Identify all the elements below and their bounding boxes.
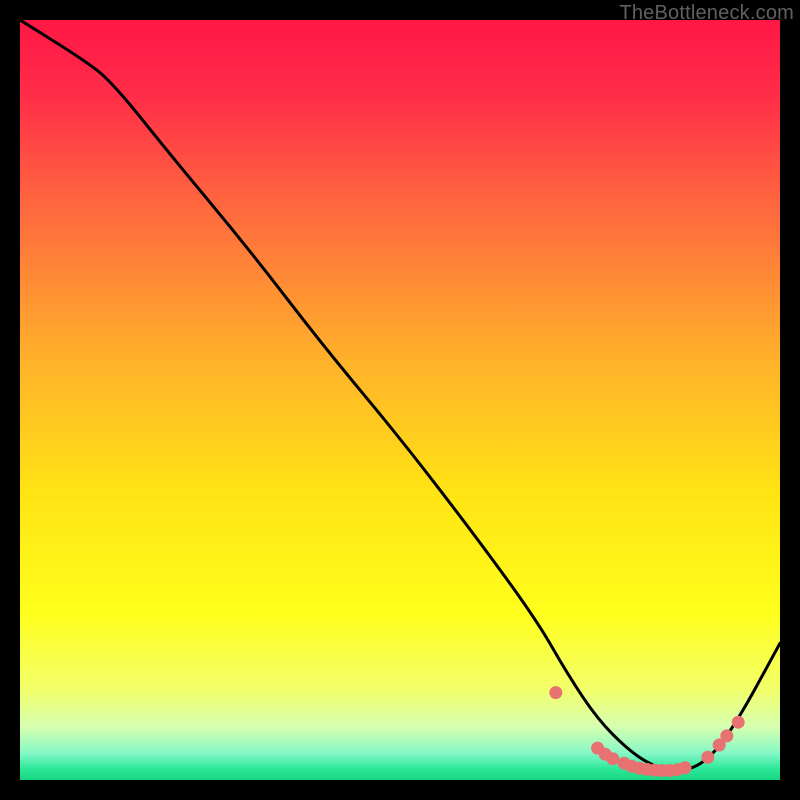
gradient-background (20, 20, 780, 780)
data-dot (606, 752, 619, 765)
data-dot (679, 761, 692, 774)
data-dot (701, 751, 714, 764)
chart-stage: TheBottleneck.com (0, 0, 800, 800)
plot-area (20, 20, 780, 780)
data-dot (549, 686, 562, 699)
chart-svg (20, 20, 780, 780)
data-dot (720, 729, 733, 742)
data-dot (732, 716, 745, 729)
